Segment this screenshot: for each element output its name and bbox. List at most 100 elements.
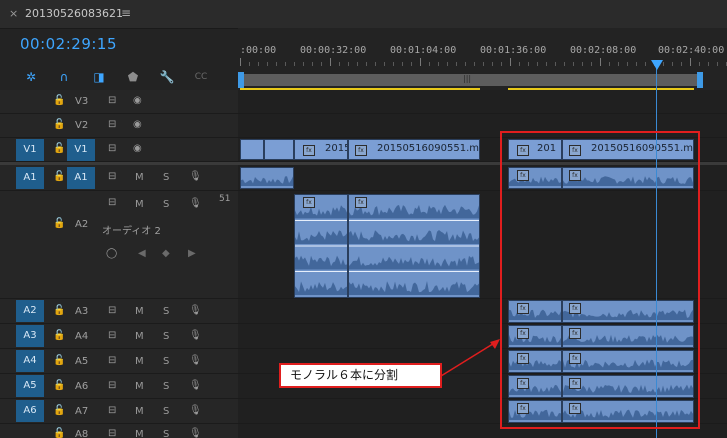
mute-button[interactable]: M [135, 356, 144, 367]
ruler-tick [708, 62, 709, 66]
prev-keyframe-icon[interactable]: ◀ [138, 248, 146, 259]
track-target-v1[interactable]: V1 [67, 139, 95, 161]
lock-icon[interactable]: 🔓 [53, 380, 65, 391]
source-patch-a4[interactable]: A4 [16, 350, 44, 372]
eye-icon[interactable]: ◉ [133, 95, 142, 106]
microphone-icon[interactable]: 🎙 [189, 330, 202, 341]
microphone-icon[interactable]: 🎙 [189, 171, 202, 182]
ruler-tick [627, 62, 628, 66]
waveform [241, 176, 293, 186]
solo-button[interactable]: S [163, 172, 169, 183]
eye-icon[interactable]: ◉ [133, 143, 142, 154]
eye-icon[interactable]: ◉ [133, 119, 142, 130]
ruler-tick [582, 62, 583, 66]
video-clip[interactable]: fx 2015 [294, 139, 348, 160]
lock-icon[interactable]: 🔓 [53, 171, 65, 182]
sync-lock-icon[interactable]: ⊟ [108, 171, 116, 182]
sync-lock-icon[interactable]: ⊟ [108, 305, 116, 316]
microphone-icon[interactable]: 🎙 [189, 355, 202, 366]
microphone-icon[interactable]: 🎙 [189, 428, 202, 438]
sync-lock-icon[interactable]: ⊟ [108, 197, 116, 208]
audio-clip-multichannel[interactable]: fx [348, 194, 480, 298]
wrench-icon[interactable]: 🔧 [158, 70, 176, 84]
microphone-icon[interactable]: 🎙 [189, 380, 202, 391]
sync-lock-icon[interactable]: ⊟ [108, 405, 116, 416]
microphone-icon[interactable]: 🎙 [189, 198, 202, 209]
microphone-icon[interactable]: 🎙 [189, 305, 202, 316]
source-patch-a2[interactable]: A2 [16, 300, 44, 322]
ruler-tick [564, 62, 565, 66]
playhead-timecode[interactable]: 00:02:29:15 [20, 35, 117, 53]
lock-icon[interactable]: 🔓 [53, 119, 65, 130]
video-clip[interactable] [240, 139, 264, 160]
audio-clip[interactable] [240, 167, 294, 189]
add-marker-icon[interactable]: ◨ [90, 70, 108, 84]
track-name: A8 [75, 429, 89, 438]
sync-lock-icon[interactable]: ⊟ [108, 380, 116, 391]
mute-button[interactable]: M [135, 306, 144, 317]
next-keyframe-icon[interactable]: ▶ [188, 248, 196, 259]
close-tab-icon[interactable]: × [9, 7, 18, 20]
solo-button[interactable]: S [163, 429, 169, 438]
scrollbar-grip-icon[interactable]: ||| [463, 74, 471, 83]
add-keyframe-icon[interactable]: ◆ [162, 248, 170, 259]
video-clip[interactable]: fx 20150516090551.m [348, 139, 480, 160]
sequence-tab-title[interactable]: 20130526083621 [25, 7, 123, 20]
source-patch-a5[interactable]: A5 [16, 375, 44, 397]
lock-icon[interactable]: 🔓 [53, 355, 65, 366]
audio-clip-multichannel[interactable]: fx [294, 194, 348, 298]
ruler-tick [402, 62, 403, 66]
panel-menu-icon[interactable]: ≡ [121, 6, 131, 20]
source-patch-a3[interactable]: A3 [16, 325, 44, 347]
scrollbar-right-handle[interactable] [697, 72, 703, 88]
microphone-icon[interactable]: 🎙 [189, 405, 202, 416]
lock-icon[interactable]: 🔓 [53, 330, 65, 341]
ruler-tick [717, 62, 718, 66]
solo-button[interactable]: S [163, 331, 169, 342]
track-target-a1[interactable]: A1 [67, 167, 95, 189]
playhead-handle[interactable] [651, 60, 663, 70]
solo-button[interactable]: S [163, 356, 169, 367]
video-clip[interactable] [264, 139, 294, 160]
ruler-tick [528, 62, 529, 66]
sync-lock-icon[interactable]: ⊟ [108, 119, 116, 130]
solo-button[interactable]: S [163, 406, 169, 417]
source-patch-a1[interactable]: A1 [16, 167, 44, 189]
sync-lock-icon[interactable]: ⊟ [108, 355, 116, 366]
source-patch-v1[interactable]: V1 [16, 139, 44, 161]
linked-selection-icon[interactable]: ∩ [55, 70, 73, 84]
sync-lock-icon[interactable]: ⊟ [108, 330, 116, 341]
ruler-tick [465, 62, 466, 66]
sync-lock-icon[interactable]: ⊟ [108, 95, 116, 106]
cc-icon[interactable]: CC [192, 72, 210, 82]
solo-button[interactable]: S [163, 199, 169, 210]
snap-icon[interactable]: ✲ [22, 70, 40, 84]
source-patch-a6[interactable]: A6 [16, 400, 44, 422]
ruler-tick [519, 62, 520, 66]
mute-button[interactable]: M [135, 381, 144, 392]
solo-button[interactable]: S [163, 306, 169, 317]
sync-lock-icon[interactable]: ⊟ [108, 428, 116, 438]
mute-button[interactable]: M [135, 172, 144, 183]
lock-icon[interactable]: 🔓 [53, 95, 65, 106]
keyframe-toggle-icon[interactable]: ◯ [106, 248, 117, 259]
marker-icon[interactable]: ⬟ [124, 70, 142, 84]
lock-icon[interactable]: 🔓 [53, 143, 65, 154]
fx-badge-icon: fx [355, 145, 367, 156]
scrollbar-left-handle[interactable] [238, 72, 244, 88]
mute-button[interactable]: M [135, 331, 144, 342]
mute-button[interactable]: M [135, 199, 144, 210]
ruler-tick [456, 62, 457, 66]
ruler-tick [438, 62, 439, 66]
lock-icon[interactable]: 🔓 [53, 405, 65, 416]
solo-button[interactable]: S [163, 381, 169, 392]
mute-button[interactable]: M [135, 406, 144, 417]
ruler-tick [537, 62, 538, 66]
lock-icon[interactable]: 🔓 [53, 428, 65, 438]
track-name: A4 [75, 331, 89, 342]
waveform [349, 204, 479, 295]
sync-lock-icon[interactable]: ⊟ [108, 143, 116, 154]
lock-icon[interactable]: 🔓 [53, 305, 65, 316]
mute-button[interactable]: M [135, 429, 144, 438]
lock-icon[interactable]: 🔓 [53, 218, 65, 229]
